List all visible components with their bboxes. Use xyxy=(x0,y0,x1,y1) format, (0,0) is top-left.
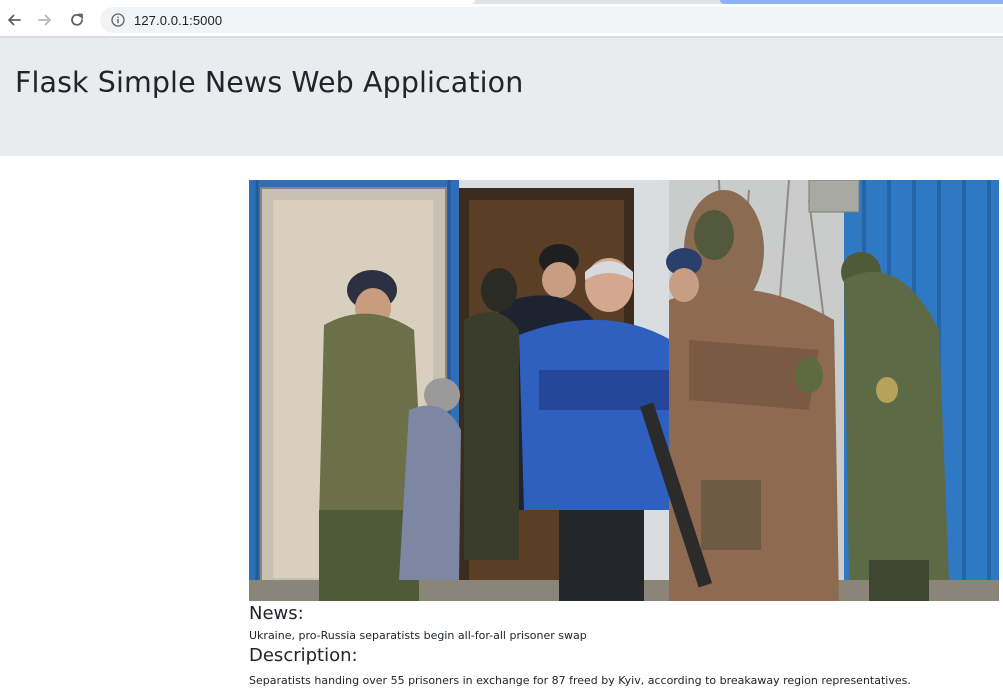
reload-button[interactable] xyxy=(63,6,91,34)
page-title: Flask Simple News Web Application xyxy=(15,66,524,99)
news-heading: News: xyxy=(249,603,304,624)
news-title: Ukraine, pro-Russia separatists begin al… xyxy=(249,629,587,642)
address-bar[interactable]: 127.0.0.1:5000 xyxy=(100,7,1003,33)
back-button[interactable] xyxy=(0,6,28,34)
description-heading: Description: xyxy=(249,645,358,666)
address-url[interactable]: 127.0.0.1:5000 xyxy=(134,13,222,28)
description-text: Separatists handing over 55 prisoners in… xyxy=(249,674,911,687)
forward-arrow-icon xyxy=(38,14,51,26)
page-header: Flask Simple News Web Application xyxy=(0,38,1003,156)
browser-toolbar: 127.0.0.1:5000 xyxy=(0,4,1003,36)
forward-button[interactable] xyxy=(31,6,59,34)
reload-icon xyxy=(71,13,83,26)
news-article: News: Ukraine, pro-Russia separatists be… xyxy=(249,180,999,689)
back-arrow-icon xyxy=(8,14,21,26)
news-image xyxy=(249,180,999,601)
site-info-icon[interactable] xyxy=(110,12,126,28)
